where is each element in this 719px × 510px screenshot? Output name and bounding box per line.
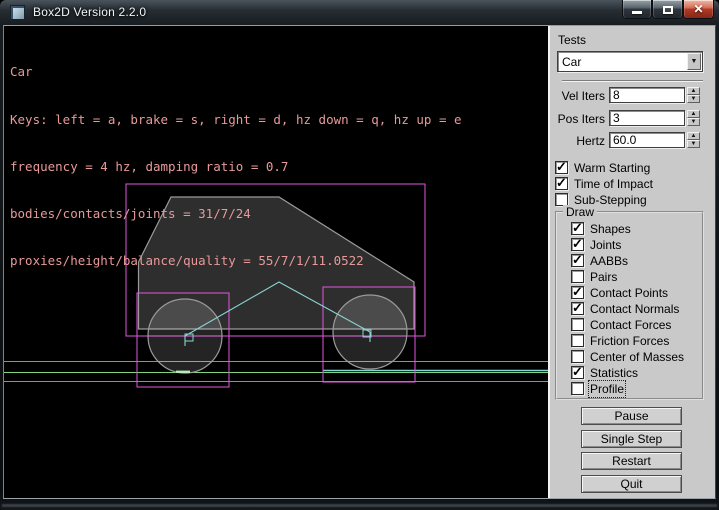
checkbox-box[interactable] — [571, 270, 584, 283]
checkbox-label: Shapes — [590, 222, 631, 236]
checkbox-box[interactable]: ✓ — [571, 254, 584, 267]
maximize-button[interactable] — [652, 0, 683, 19]
minimize-icon — [632, 11, 642, 14]
hertz-up-button[interactable]: ▲ — [687, 132, 700, 140]
simulation-canvas[interactable]: Car Keys: left = a, brake = s, right = d… — [4, 26, 548, 498]
check-icon: ✓ — [572, 252, 583, 268]
vel-iters-spinner: ▲ ▼ — [687, 87, 700, 103]
app-icon — [10, 5, 25, 20]
title-bar[interactable]: Box2D Version 2.2.0 ✕ — [0, 0, 719, 25]
checkbox-box[interactable]: ✓ — [571, 366, 584, 379]
pause-button[interactable]: Pause — [581, 407, 682, 425]
single-step-button[interactable]: Single Step — [581, 430, 682, 448]
checkbox-label: Profile — [590, 382, 624, 396]
arrow-up-icon: ▲ — [691, 111, 697, 117]
checkbox-box[interactable]: ✓ — [571, 238, 584, 251]
checkbox-label: Contact Forces — [590, 318, 671, 332]
chevron-down-icon: ▼ — [691, 58, 698, 65]
pos-iters-spinner: ▲ ▼ — [687, 110, 700, 126]
info-line: Car — [10, 64, 462, 80]
check-icon: ✓ — [572, 300, 583, 316]
checkbox-label: AABBs — [590, 254, 628, 268]
tests-dropdown-value: Car — [562, 55, 581, 69]
pos-iters-input[interactable] — [609, 110, 685, 126]
pos-iters-label: Pos Iters — [550, 112, 605, 126]
hertz-label: Hertz — [550, 134, 605, 148]
checkbox-box[interactable]: ✓ — [571, 222, 584, 235]
vel-iters-input[interactable] — [609, 87, 685, 103]
minimize-button[interactable] — [622, 0, 652, 19]
tests-label: Tests — [558, 33, 586, 47]
checkbox-label: Center of Masses — [590, 350, 684, 364]
arrow-up-icon: ▲ — [691, 133, 697, 139]
pos-iters-down-button[interactable]: ▼ — [687, 118, 700, 126]
checkbox-box[interactable]: ✓ — [555, 161, 568, 174]
pos-iters-up-button[interactable]: ▲ — [687, 110, 700, 118]
close-button[interactable]: ✕ — [683, 0, 714, 19]
hertz-input[interactable] — [609, 132, 685, 148]
checkbox-label: Warm Starting — [574, 161, 650, 175]
tests-dropdown-button[interactable]: ▼ — [687, 53, 701, 70]
checkbox-box[interactable]: ✓ — [571, 286, 584, 299]
info-line: frequency = 4 hz, damping ratio = 0.7 — [10, 159, 462, 175]
checkbox-label: Pairs — [590, 270, 617, 284]
check-icon: ✓ — [572, 236, 583, 252]
control-panel: Tests Car ▼ Vel Iters ▲ ▼ Pos Iters ▲ ▼ — [548, 26, 715, 498]
info-line: proxies/height/balance/quality = 55/7/1/… — [10, 253, 462, 269]
checkbox-label: Contact Points — [590, 286, 668, 300]
checkbox-label: Friction Forces — [590, 334, 669, 348]
caption-buttons: ✕ — [622, 0, 714, 19]
checkbox-label: Time of Impact — [574, 177, 653, 191]
app-window: Box2D Version 2.2.0 ✕ — [0, 0, 719, 510]
separator-line — [562, 80, 703, 82]
checkbox-box[interactable]: ✓ — [555, 177, 568, 190]
window-border-sheen — [2, 504, 717, 507]
check-icon: ✓ — [556, 159, 567, 175]
window-title: Box2D Version 2.2.0 — [33, 5, 146, 19]
checkbox-box[interactable] — [571, 350, 584, 363]
arrow-up-icon: ▲ — [691, 88, 697, 94]
info-line: Keys: left = a, brake = s, right = d, hz… — [10, 112, 462, 128]
arrow-down-icon: ▼ — [691, 141, 697, 147]
checkbox-box[interactable] — [571, 318, 584, 331]
check-icon: ✓ — [556, 175, 567, 191]
draw-group-label: Draw — [563, 205, 597, 219]
checkbox-label: Statistics — [590, 366, 638, 380]
hertz-spinner: ▲ ▼ — [687, 132, 700, 148]
arrow-down-icon: ▼ — [691, 119, 697, 125]
info-line: bodies/contacts/joints = 31/7/24 — [10, 206, 462, 222]
vel-iters-down-button[interactable]: ▼ — [687, 95, 700, 103]
tests-dropdown[interactable]: Car ▼ — [557, 51, 703, 72]
arrow-down-icon: ▼ — [691, 96, 697, 102]
checkbox-box[interactable] — [571, 334, 584, 347]
check-icon: ✓ — [572, 284, 583, 300]
checkbox-label: Contact Normals — [590, 302, 679, 316]
client-area: Car Keys: left = a, brake = s, right = d… — [3, 25, 716, 499]
checkbox-box[interactable]: ✓ — [571, 302, 584, 315]
restart-button[interactable]: Restart — [581, 452, 682, 470]
close-icon: ✕ — [693, 1, 703, 18]
quit-button[interactable]: Quit — [581, 475, 682, 493]
debug-info-text: Car Keys: left = a, brake = s, right = d… — [10, 33, 462, 300]
checkbox-box[interactable] — [571, 382, 584, 395]
vel-iters-up-button[interactable]: ▲ — [687, 87, 700, 95]
check-icon: ✓ — [572, 364, 583, 380]
draw-group: Draw ✓ Shapes ✓ Joints ✓ AABBs Pairs — [555, 211, 704, 400]
vel-iters-label: Vel Iters — [550, 89, 605, 103]
maximize-icon — [663, 6, 673, 14]
hertz-down-button[interactable]: ▼ — [687, 140, 700, 148]
checkbox-label: Joints — [590, 238, 621, 252]
check-icon: ✓ — [572, 220, 583, 236]
